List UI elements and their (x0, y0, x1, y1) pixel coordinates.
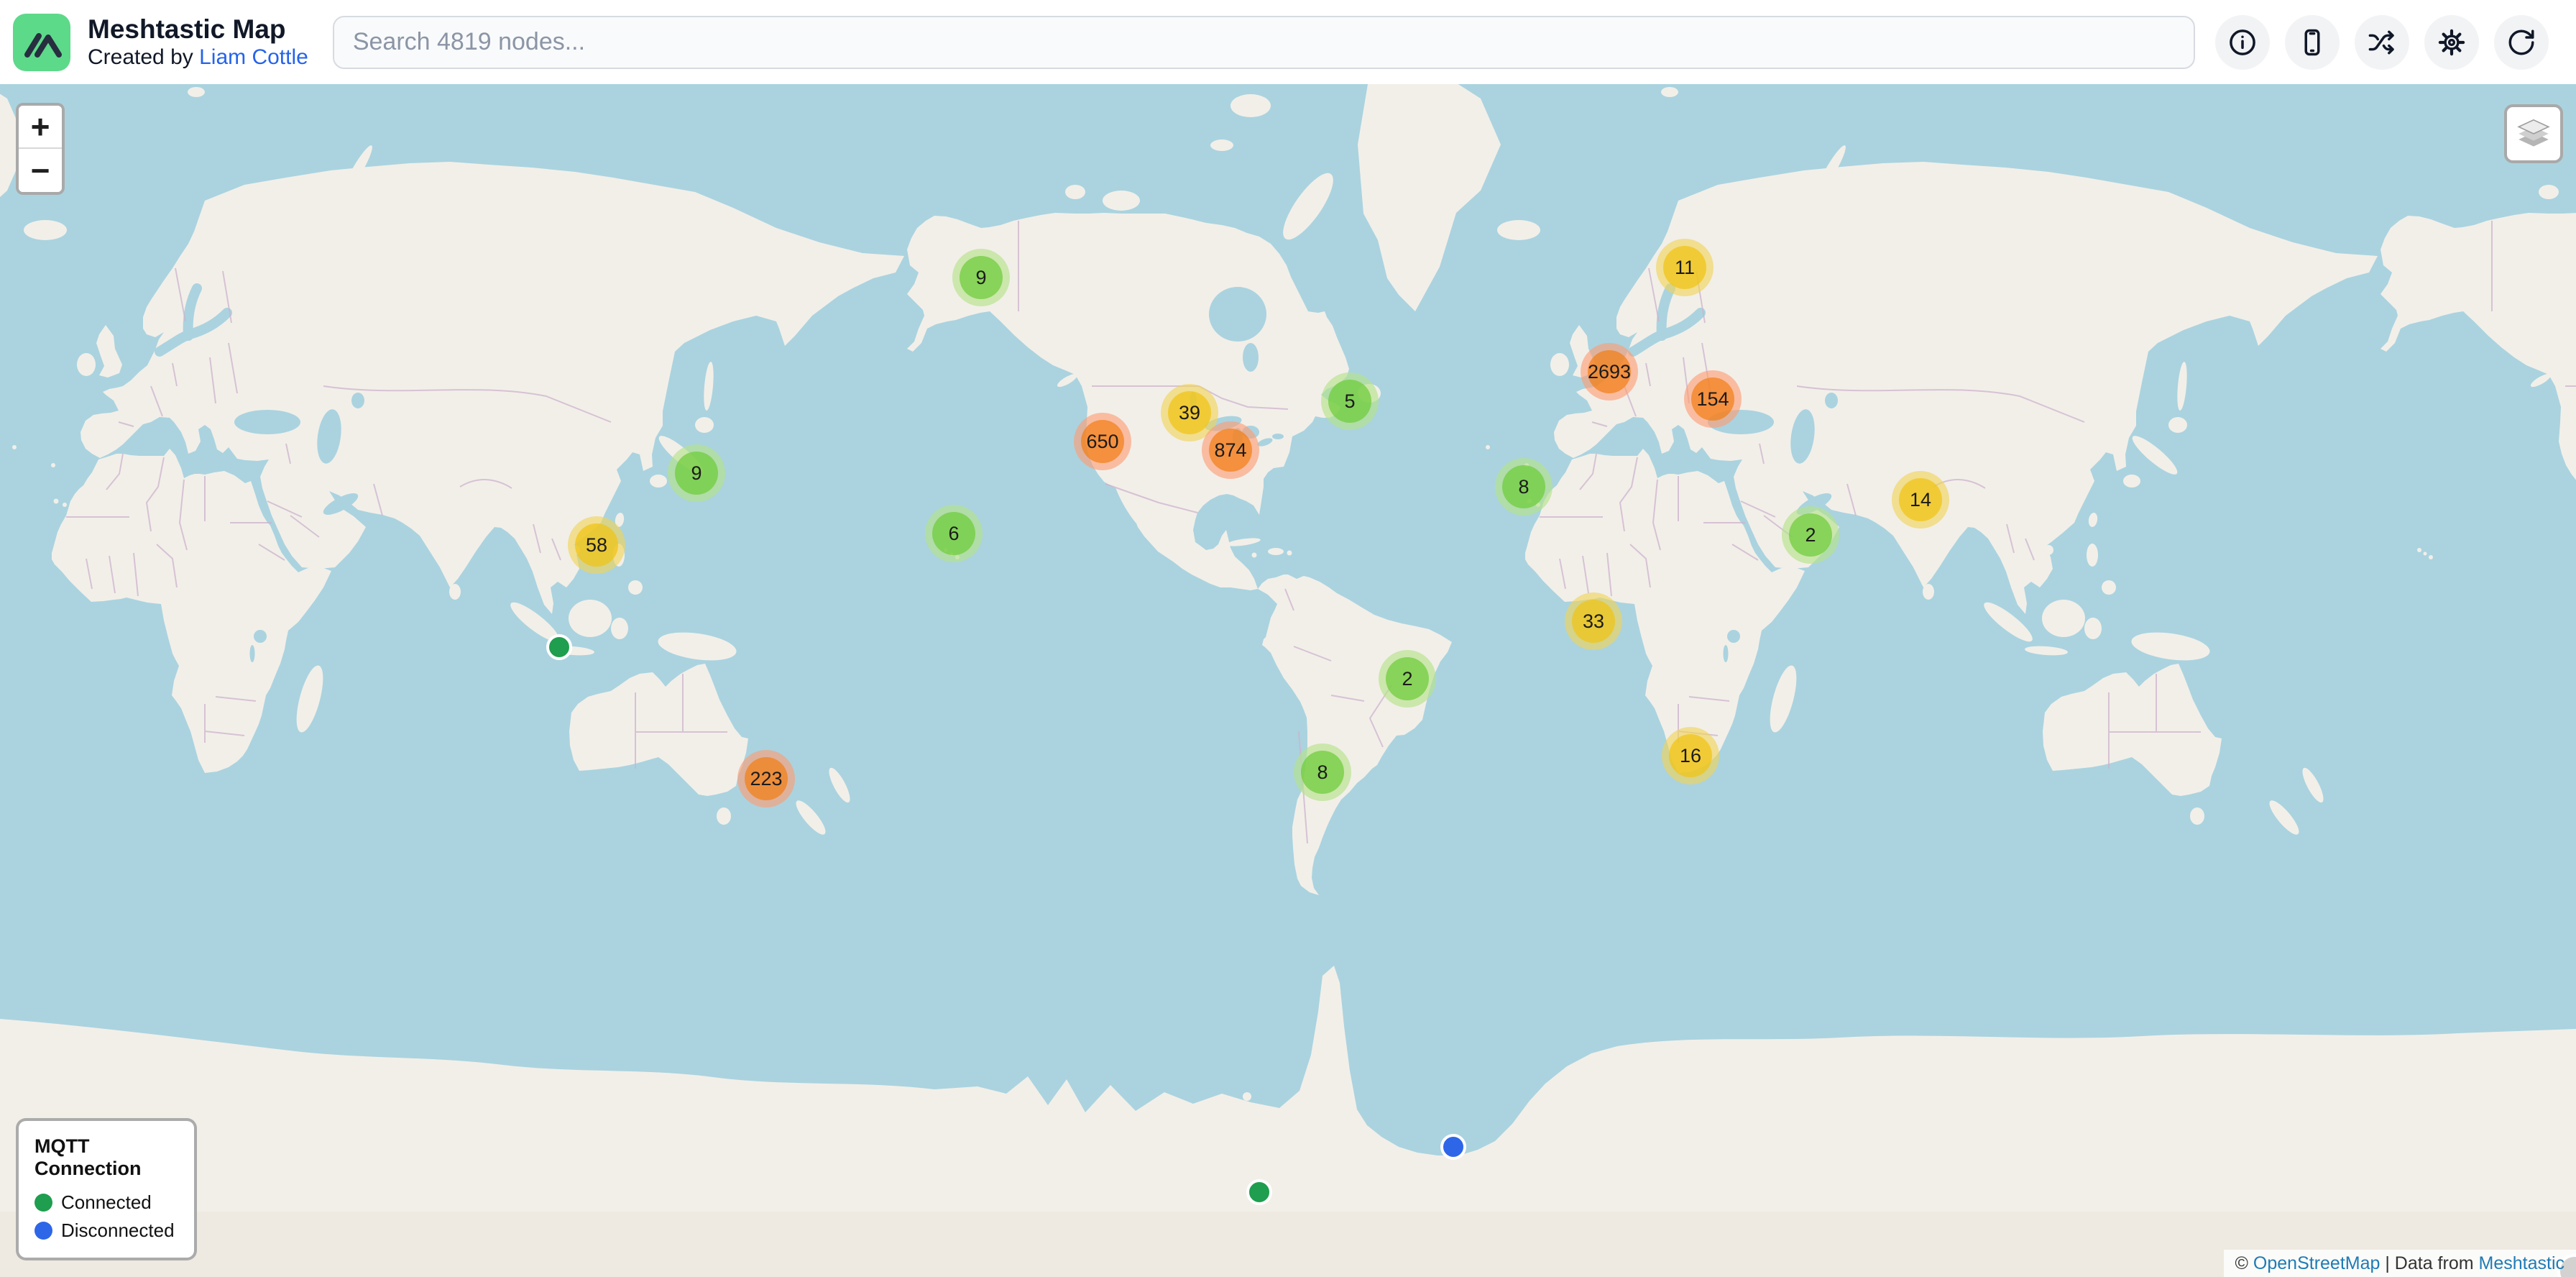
cluster-count: 5 (1328, 380, 1371, 423)
byline: Created by Liam Cottle (88, 45, 308, 70)
cluster-marker[interactable]: 2 (1782, 506, 1839, 564)
meshtastic-link[interactable]: Meshtastic (2479, 1253, 2564, 1273)
cluster-count: 33 (1572, 600, 1615, 643)
page-title: Meshtastic Map (88, 14, 308, 45)
legend-dot (34, 1194, 52, 1212)
cluster-marker[interactable]: 2693 (1581, 343, 1638, 401)
cluster-count: 2 (1789, 513, 1832, 557)
cluster-count: 223 (745, 757, 788, 800)
node-marker-disconnected[interactable] (1440, 1134, 1466, 1160)
cluster-marker[interactable]: 8 (1294, 743, 1351, 801)
info-button[interactable] (2215, 15, 2270, 70)
cluster-count: 874 (1209, 429, 1252, 472)
cluster-marker[interactable]: 58 (568, 516, 625, 574)
cluster-marker[interactable]: 650 (1074, 413, 1131, 470)
world-map (0, 84, 2576, 1277)
cluster-marker[interactable]: 9 (668, 444, 725, 502)
refresh-button[interactable] (2494, 15, 2549, 70)
cluster-count: 2 (1386, 657, 1429, 700)
layers-control[interactable] (2504, 104, 2563, 163)
legend-items: Connected Disconnected (34, 1191, 178, 1242)
cluster-marker[interactable]: 223 (737, 750, 795, 807)
cluster-count: 8 (1301, 751, 1344, 794)
cluster-count: 8 (1502, 465, 1545, 508)
zoom-control: + − (16, 103, 65, 195)
attribution: © OpenStreetMap | Data from Meshtastic (2224, 1250, 2576, 1277)
cluster-count: 650 (1081, 420, 1124, 463)
layers-icon (2511, 111, 2557, 157)
info-icon (2227, 27, 2258, 58)
settings-button[interactable] (2424, 15, 2479, 70)
header-actions (2215, 15, 2549, 70)
legend-item: Disconnected (34, 1219, 178, 1242)
top-bar: Meshtastic Map Created by Liam Cottle (0, 0, 2576, 84)
legend-label: Disconnected (61, 1219, 175, 1242)
search-wrap (333, 16, 2195, 69)
smartphone-icon (2297, 27, 2327, 58)
cluster-marker[interactable]: 33 (1565, 592, 1622, 650)
node-marker-connected[interactable] (546, 634, 572, 660)
cluster-marker[interactable]: 874 (1202, 421, 1259, 479)
cluster-count: 6 (932, 512, 975, 555)
zoom-out-button[interactable]: − (19, 149, 62, 192)
cluster-marker[interactable]: 8 (1495, 458, 1552, 516)
legend-title: MQTT Connection (34, 1135, 178, 1180)
cluster-marker[interactable]: 9 (952, 249, 1010, 306)
refresh-icon (2506, 27, 2536, 58)
cluster-count: 9 (960, 256, 1003, 299)
random-node-button[interactable] (2355, 15, 2409, 70)
map-canvas[interactable]: + − 9 39 650 874 5 11 2693 154 8 2 14 33 16 2 8 223 58 9 6… (0, 84, 2576, 1277)
cluster-count: 154 (1691, 377, 1734, 421)
mqtt-legend: MQTT Connection Connected Disconnected (16, 1118, 197, 1260)
cluster-marker[interactable]: 6 (925, 505, 983, 562)
meshtastic-logo-icon (13, 14, 70, 71)
cluster-count: 16 (1669, 734, 1712, 777)
copyright-text: © (2235, 1253, 2253, 1273)
cluster-count: 11 (1663, 246, 1706, 289)
cluster-count: 58 (575, 523, 618, 567)
mobile-app-button[interactable] (2285, 15, 2340, 70)
cluster-marker[interactable]: 154 (1684, 370, 1742, 428)
node-marker-connected[interactable] (1246, 1179, 1272, 1205)
zoom-in-button[interactable]: + (19, 106, 62, 149)
cluster-marker[interactable]: 2 (1379, 650, 1436, 708)
cluster-count: 2693 (1588, 350, 1631, 393)
byline-prefix: Created by (88, 45, 199, 69)
shuffle-icon (2367, 27, 2397, 58)
cluster-count: 9 (675, 452, 718, 495)
byline-author-link[interactable]: Liam Cottle (199, 45, 308, 69)
attribution-middle: | Data from (2380, 1253, 2478, 1273)
cluster-marker[interactable]: 11 (1656, 239, 1714, 296)
cluster-count: 39 (1168, 391, 1211, 434)
meshtastic-logo (13, 14, 70, 71)
gear-icon (2437, 27, 2467, 58)
legend-label: Connected (61, 1191, 152, 1214)
title-block: Meshtastic Map Created by Liam Cottle (88, 14, 308, 70)
legend-item: Connected (34, 1191, 178, 1214)
cluster-marker[interactable]: 5 (1321, 372, 1379, 430)
search-input[interactable] (333, 16, 2195, 69)
legend-dot (34, 1222, 52, 1240)
osm-link[interactable]: OpenStreetMap (2253, 1253, 2380, 1273)
cluster-marker[interactable]: 16 (1662, 727, 1719, 784)
cluster-count: 14 (1899, 478, 1942, 521)
cluster-marker[interactable]: 14 (1892, 471, 1949, 528)
